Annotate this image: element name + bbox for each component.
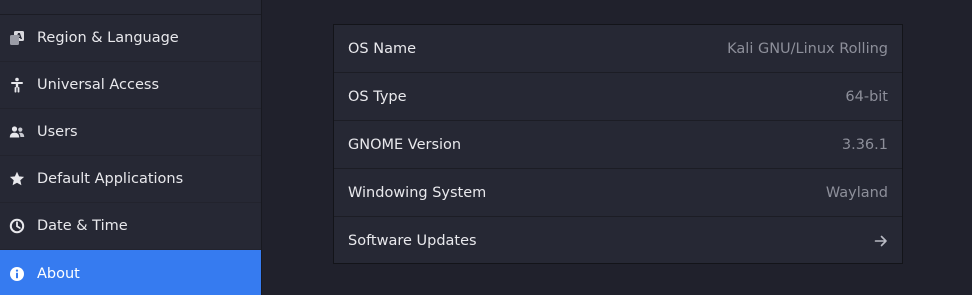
arrow-right-icon	[874, 234, 888, 248]
sidebar-item-label: About	[37, 265, 80, 282]
gnome-version-row: GNOME Version 3.36.1	[334, 121, 902, 169]
sidebar-item-region-language[interactable]: A Region & Language	[0, 15, 261, 62]
sidebar-item-label: Region & Language	[37, 30, 179, 46]
system-info-list: OS Name Kali GNU/Linux Rolling OS Type 6…	[333, 24, 903, 264]
sidebar-item-users[interactable]: Users	[0, 109, 261, 156]
gnome-version-value: 3.36.1	[841, 136, 888, 153]
settings-sidebar: A Region & Language Universal A	[0, 0, 262, 295]
users-icon	[9, 124, 25, 140]
sidebar-item-label: Universal Access	[37, 77, 160, 93]
os-name-row: OS Name Kali GNU/Linux Rolling	[334, 25, 902, 73]
software-updates-label: Software Updates	[348, 233, 477, 249]
sidebar-item-date-time[interactable]: Date & Time	[0, 203, 261, 250]
os-name-value: Kali GNU/Linux Rolling	[727, 40, 888, 57]
windowing-system-label: Windowing System	[348, 184, 487, 201]
sidebar-item-universal-access[interactable]: Universal Access	[0, 62, 261, 109]
sidebar-item-default-applications[interactable]: Default Applications	[0, 156, 261, 203]
gnome-version-label: GNOME Version	[348, 136, 462, 153]
clock-icon	[9, 218, 25, 234]
star-icon	[9, 171, 25, 187]
os-type-row: OS Type 64-bit	[334, 73, 902, 121]
os-name-label: OS Name	[348, 40, 417, 57]
sidebar-item-label: Users	[37, 124, 78, 140]
os-type-value: 64-bit	[845, 88, 888, 105]
software-updates-row[interactable]: Software Updates	[334, 217, 902, 265]
about-panel: OS Name Kali GNU/Linux Rolling OS Type 6…	[262, 0, 972, 295]
settings-window: A Region & Language Universal A	[0, 0, 972, 295]
sidebar-list: A Region & Language Universal A	[0, 15, 261, 295]
windowing-system-row: Windowing System Wayland	[334, 169, 902, 217]
sidebar-item-label: Date & Time	[37, 218, 128, 234]
info-icon	[9, 266, 25, 282]
sidebar-item-about[interactable]: About	[0, 250, 261, 295]
accessibility-icon	[9, 77, 25, 93]
os-type-label: OS Type	[348, 88, 407, 105]
sidebar-partial-item[interactable]	[0, 0, 261, 15]
region-language-icon: A	[9, 30, 25, 46]
windowing-system-value: Wayland	[825, 184, 888, 201]
sidebar-item-label: Default Applications	[37, 171, 184, 187]
